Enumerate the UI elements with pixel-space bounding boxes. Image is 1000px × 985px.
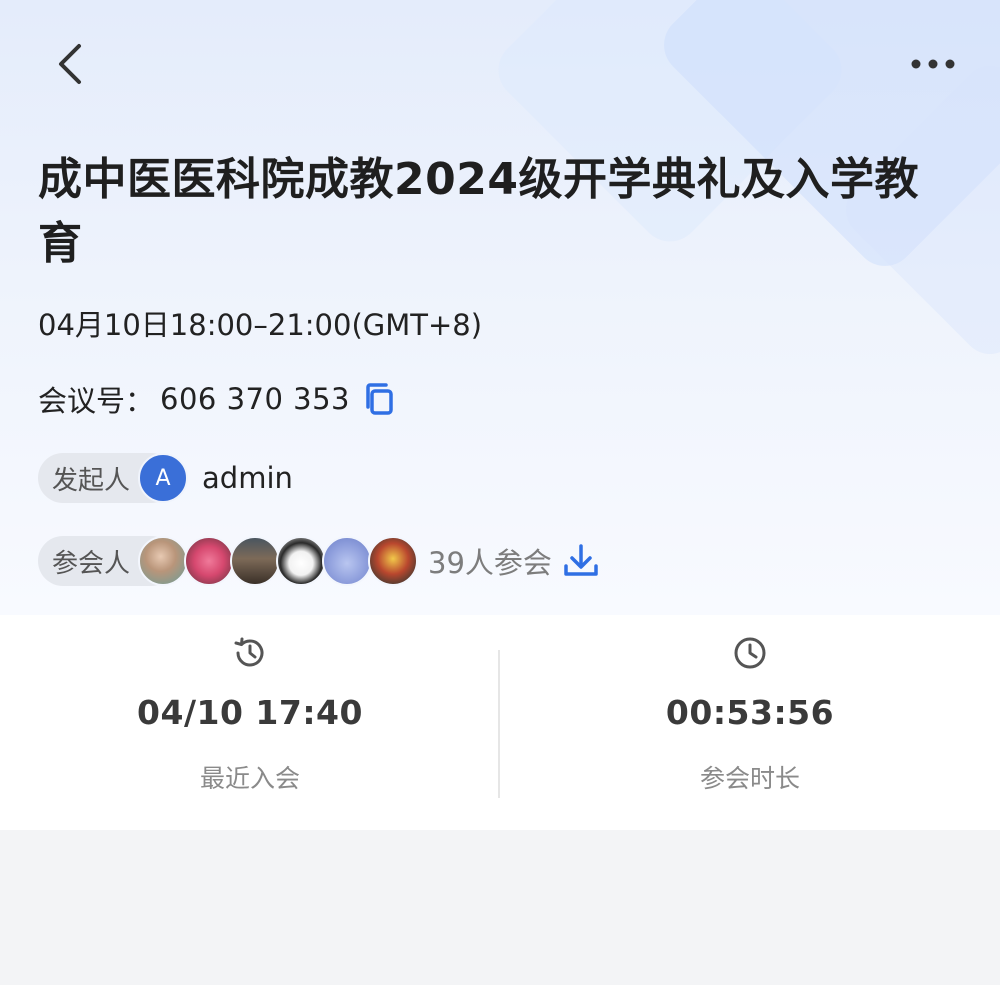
avatar: [138, 536, 189, 586]
last-join-value: 04/10 17:40: [137, 693, 363, 732]
download-icon[interactable]: [562, 541, 602, 581]
more-button[interactable]: [902, 44, 964, 84]
duration-label: 参会时长: [699, 764, 800, 793]
duration-stat: 00:53:56 参会时长: [500, 615, 1000, 830]
avatar: [322, 536, 373, 586]
meeting-id-row: 会议号： 606 370 353: [38, 378, 398, 420]
host-avatar[interactable]: A: [138, 453, 189, 503]
more-horizontal-icon: [911, 59, 955, 69]
host-label: 发起人: [52, 465, 131, 496]
back-button[interactable]: [44, 38, 96, 90]
duration-value: 00:53:56: [665, 693, 835, 732]
last-join-stat: 04/10 17:40 最近入会: [0, 615, 500, 830]
copy-icon[interactable]: [360, 380, 398, 418]
meeting-time: 04月10日18:00–21:00(GMT+8): [38, 308, 483, 342]
chevron-left-icon: [59, 44, 81, 84]
meeting-title: 成中医医科院成教2024级开学典礼及入学教育: [38, 154, 919, 269]
meeting-id-value: 606 370 353: [160, 382, 351, 416]
stats-divider: [498, 650, 500, 798]
host-row: 发起人 A admin: [38, 452, 293, 504]
attendee-count[interactable]: 39人参会: [428, 540, 552, 582]
host-name: admin: [202, 461, 293, 495]
meeting-id-label: 会议号：: [38, 384, 155, 418]
attendee-avatars[interactable]: [138, 536, 419, 586]
avatar: [184, 536, 235, 586]
last-join-label: 最近入会: [199, 764, 300, 793]
clock-icon: [734, 637, 766, 669]
history-icon: [234, 637, 264, 667]
avatar: [230, 536, 281, 586]
avatar: [276, 536, 327, 586]
attendee-label: 参会人: [52, 548, 131, 579]
avatar: [368, 536, 419, 586]
stats-panel: 04/10 17:40 最近入会 00:53:56 参会时长: [0, 615, 1000, 830]
attendees-row: 参会人 39人参会: [38, 535, 602, 587]
